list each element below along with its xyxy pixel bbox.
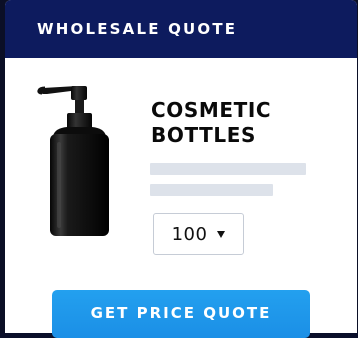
text-placeholder-bar: [150, 184, 273, 196]
product-name-line1: COSMETIC: [151, 98, 272, 122]
quote-card: WHOLESALE QUOTE COSMETIC BOTTLES 100: [5, 0, 357, 333]
get-price-quote-button[interactable]: GET PRICE QUOTE: [52, 290, 310, 338]
quantity-select[interactable]: 100: [153, 213, 244, 255]
product-name-line2: BOTTLES: [151, 123, 257, 147]
pump-bottle-icon: [33, 80, 113, 240]
text-placeholder-bar: [150, 163, 306, 175]
quantity-value: 100: [171, 223, 208, 245]
page-background: WHOLESALE QUOTE COSMETIC BOTTLES 100 GET…: [0, 0, 358, 338]
caret-down-icon: [217, 230, 226, 238]
header-title: WHOLESALE QUOTE: [37, 20, 238, 38]
card-header: WHOLESALE QUOTE: [5, 0, 357, 58]
get-price-quote-label: GET PRICE QUOTE: [90, 304, 272, 322]
product-name: COSMETIC BOTTLES: [151, 98, 341, 148]
